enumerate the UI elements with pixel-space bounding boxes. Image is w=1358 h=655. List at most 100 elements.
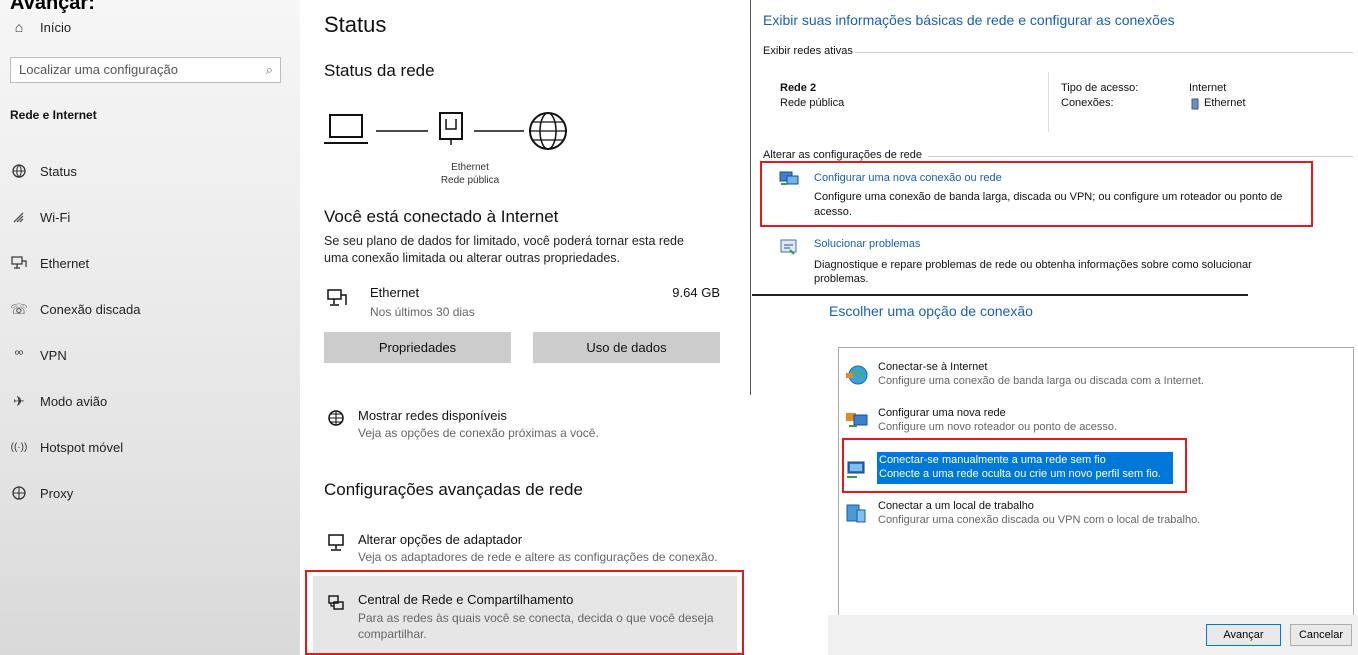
globe-icon	[10, 484, 28, 502]
metered-text-line: Se seu plano de dados for limitado, você…	[324, 234, 684, 248]
option-title: Configurar uma nova rede	[878, 407, 1006, 419]
sidebar-item-dialup[interactable]: ☏ Conexão discada	[10, 300, 140, 318]
metered-text: Se seu plano de dados for limitado, você…	[324, 233, 684, 267]
ethernet-connection-link[interactable]: Ethernet	[1204, 97, 1246, 109]
sidebar-item-label: VPN	[40, 347, 67, 363]
troubleshoot-desc-line: Diagnostique e repare problemas de rede …	[814, 259, 1252, 271]
troubleshoot-desc-line: problemas.	[814, 273, 869, 285]
network-center-heading: Exibir suas informações básicas de rede …	[763, 12, 1175, 28]
network-center-panel: Exibir suas informações básicas de rede …	[750, 0, 1358, 395]
adapter-options-title: Alterar opções de adaptador	[358, 532, 523, 547]
connected-heading: Você está conectado à Internet	[324, 207, 559, 226]
highlight-box	[760, 161, 1313, 227]
usage-period: Nos últimos 30 dias	[370, 305, 475, 319]
sidebar-item-wifi[interactable]: Wi-Fi	[10, 208, 70, 226]
vpn-icon: ºº	[14, 349, 24, 361]
ethernet-icon	[10, 254, 28, 272]
option-connect-internet[interactable]: Conectar-se à Internet Configure uma con…	[845, 361, 1335, 391]
wizard-heading: Escolher uma opção de conexão	[829, 303, 1033, 319]
option-new-network[interactable]: Configurar uma nova rede Configure um no…	[845, 407, 1335, 437]
airplane-icon: ✈	[13, 392, 25, 409]
group-divider	[928, 156, 1353, 157]
internet-globe-icon	[529, 112, 567, 150]
search-placeholder: Localizar uma configuração	[19, 62, 178, 77]
settings-sidebar: ⌂ Início Localizar uma configuração ⌕ Re…	[0, 0, 300, 655]
search-icon: ⌕	[265, 62, 273, 77]
option-desc: Configure um novo roteador ou ponto de a…	[878, 421, 1118, 433]
sidebar-item-label: Wi-Fi	[40, 209, 71, 225]
sidebar-item-label: Início	[40, 19, 72, 35]
new-network-icon	[845, 409, 869, 436]
cancel-button[interactable]: Cancelar	[1290, 624, 1352, 646]
ethernet-small-icon	[1191, 97, 1199, 115]
status-globe-icon	[10, 162, 28, 180]
usage-amount: 9.64 GB	[672, 285, 720, 300]
wifi-icon	[10, 208, 28, 226]
status-panel: Status Status da rede Ethernet Rede públ…	[300, 0, 752, 655]
adapter-options-desc: Veja os adaptadores de rede e altere as …	[358, 550, 718, 564]
search-input[interactable]: Localizar uma configuração ⌕	[10, 57, 281, 83]
group-divider	[855, 52, 1353, 53]
troubleshoot-desc: Diagnostique e repare problemas de rede …	[814, 258, 1252, 286]
laptop-icon	[324, 114, 368, 144]
sidebar-item-hotspot[interactable]: ((·)) Hotspot móvel	[10, 438, 123, 456]
sidebar-item-status[interactable]: Status	[10, 162, 77, 180]
adapter-options-link[interactable]: Alterar opções de adaptador Veja os adap…	[358, 532, 718, 565]
change-settings-label: Alterar as configurações de rede	[763, 149, 922, 161]
active-networks-label: Exibir redes ativas	[763, 45, 853, 57]
network-status-heading: Status da rede	[324, 61, 435, 80]
usage-adapter-name: Ethernet	[370, 285, 420, 300]
option-desc: Configurar uma conexão discada ou VPN co…	[878, 514, 1201, 526]
diagram-profile-label: Rede pública	[440, 175, 500, 186]
sidebar-item-label: Modo avião	[40, 393, 108, 409]
properties-button[interactable]: Propriedades	[324, 332, 511, 363]
sidebar-item-ethernet[interactable]: Ethernet	[10, 254, 89, 272]
page-title: Status	[324, 12, 387, 37]
sidebar-item-vpn[interactable]: ºº VPN	[10, 346, 67, 364]
data-usage-button[interactable]: Uso de dados	[533, 332, 720, 363]
network-diagram	[324, 112, 567, 150]
network-name: Rede 2	[780, 82, 817, 94]
sidebar-item-home[interactable]: ⌂ Início	[10, 18, 71, 36]
next-button[interactable]: Avançar	[1206, 624, 1281, 646]
option-desc: Configure uma conexão de banda larga ou …	[878, 375, 1204, 387]
sidebar-item-label: Hotspot móvel	[40, 439, 124, 455]
option-title: Conectar a um local de trabalho	[878, 500, 1034, 512]
home-icon: ⌂	[14, 19, 24, 35]
show-networks-icon	[326, 408, 346, 433]
internet-globe-icon	[845, 363, 869, 392]
access-type-value: Internet	[1189, 82, 1227, 94]
diagram-adapter-label: Ethernet	[451, 162, 489, 173]
diagram-caption: Ethernet Rede pública	[440, 161, 500, 187]
network-type: Rede pública	[780, 97, 845, 109]
panel-divider	[750, 0, 751, 395]
panel-separator	[752, 294, 1248, 296]
connections-label: Conexões:	[1061, 97, 1114, 109]
show-networks-title: Mostrar redes disponíveis	[358, 408, 507, 423]
sidebar-item-airplane[interactable]: ✈ Modo avião	[10, 392, 107, 410]
show-networks-desc: Veja as opções de conexão próximas a voc…	[358, 426, 599, 440]
page-caption: Avançar:	[10, 0, 95, 14]
dialup-icon: ☏	[10, 300, 28, 317]
troubleshoot-icon	[780, 238, 798, 261]
option-workplace[interactable]: Conectar a um local de trabalho Configur…	[845, 500, 1335, 530]
adapter-options-icon	[326, 533, 346, 558]
option-title: Conectar-se à Internet	[878, 361, 988, 373]
sidebar-item-label: Conexão discada	[40, 301, 141, 317]
sidebar-item-proxy[interactable]: Proxy	[10, 484, 73, 502]
metered-text-line: uma conexão limitada ou alterar outras p…	[324, 251, 621, 265]
sidebar-item-label: Ethernet	[40, 255, 90, 271]
access-type-label: Tipo de acesso:	[1061, 82, 1139, 94]
advanced-settings-heading: Configurações avançadas de rede	[324, 480, 583, 499]
hotspot-icon: ((·))	[10, 441, 28, 453]
column-divider	[1048, 72, 1049, 132]
sidebar-item-label: Proxy	[40, 485, 74, 501]
highlight-box	[305, 570, 744, 655]
sidebar-item-label: Status	[40, 163, 77, 179]
ethernet-port-icon	[439, 112, 463, 145]
workplace-icon	[845, 502, 869, 531]
ethernet-icon	[326, 287, 348, 314]
section-heading: Rede e Internet	[10, 108, 97, 122]
show-networks-link[interactable]: Mostrar redes disponíveis Veja as opções…	[358, 408, 599, 441]
troubleshoot-link[interactable]: Solucionar problemas	[814, 238, 920, 250]
